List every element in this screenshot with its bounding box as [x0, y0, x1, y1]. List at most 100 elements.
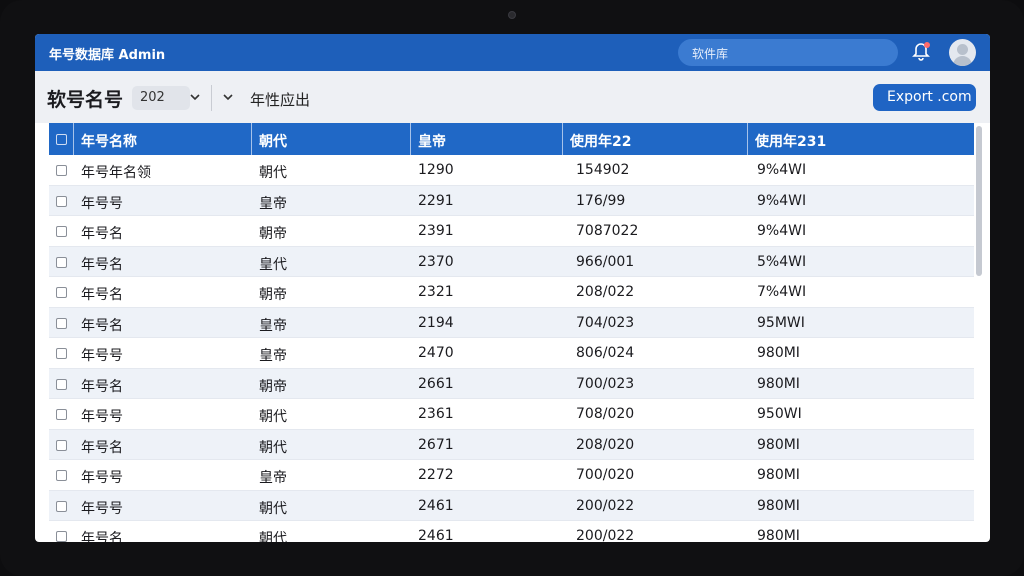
cell-emperor: 2321	[418, 284, 454, 300]
row-checkbox[interactable]	[56, 500, 67, 512]
row-checkbox[interactable]	[56, 226, 67, 237]
column-divider	[747, 123, 748, 155]
table-row[interactable]: 年号名 朝帝 2391 7087022 9%4WI	[49, 216, 974, 247]
notification-badge	[924, 42, 930, 48]
select-all-checkbox[interactable]	[56, 134, 67, 145]
cell-emperor: 2194	[418, 314, 454, 331]
row-checkbox[interactable]	[56, 409, 67, 420]
table-row[interactable]: 年号名 朝代 2461 200/022 980MI	[49, 521, 974, 542]
cell-used: 806/024	[576, 345, 635, 361]
cell-emperor: 2461	[418, 497, 454, 514]
row-checkbox[interactable]	[56, 378, 67, 390]
avatar-body-icon	[953, 56, 972, 66]
filter-label[interactable]: 年性应出	[250, 89, 310, 110]
cell-name: 年号号	[81, 470, 123, 486]
cell-used2: 5%4WI	[757, 253, 807, 270]
row-checkbox[interactable]	[56, 287, 67, 298]
avatar-head-icon	[957, 44, 968, 55]
row-checkbox[interactable]	[56, 470, 67, 481]
cell-emperor: 2661	[418, 375, 454, 392]
table-row[interactable]: 年号年名领 朝代 1290 154902 9%4WI	[49, 155, 974, 186]
row-checkbox[interactable]	[56, 165, 67, 176]
header-used[interactable]: 使用年22	[570, 123, 631, 155]
cell-used: 154902	[576, 162, 630, 178]
table-row[interactable]: 年号名 皇代 2370 966/001 5%4WI	[49, 246, 974, 277]
cell-name: 年号名	[81, 287, 123, 303]
column-divider	[410, 123, 411, 155]
cell-emperor: 2391	[418, 223, 454, 239]
cell-name: 年号号	[81, 409, 123, 425]
cell-used2: 980MI	[757, 528, 800, 542]
table-row[interactable]: 年号名 朝帝 2321 208/022 7%4WI	[49, 277, 974, 308]
cell-name: 年号号	[81, 500, 123, 517]
camera-icon	[508, 11, 516, 19]
row-checkbox[interactable]	[56, 317, 67, 329]
header-name[interactable]: 年号名称	[81, 123, 137, 155]
row-checkbox[interactable]	[56, 439, 67, 451]
cell-name: 年号名	[81, 256, 123, 273]
cell-used2: 980MI	[757, 375, 800, 392]
year-selector[interactable]: 202	[132, 86, 190, 110]
row-checkbox[interactable]	[56, 348, 67, 359]
table-row[interactable]: 年号号 朝代 2361 708/020 950WI	[49, 399, 974, 430]
table-row[interactable]: 年号号 皇帝 2272 700/020 980MI	[49, 460, 974, 491]
cell-used2: 980MI	[757, 345, 800, 361]
cell-used2: 980MI	[757, 497, 800, 514]
table-header: 年号名称 朝代 皇帝 使用年22 使用年231	[49, 123, 974, 155]
notification-icon[interactable]	[911, 42, 931, 62]
export-button[interactable]: Export .com	[873, 84, 976, 111]
cell-used2: 9%4WI	[757, 162, 807, 178]
cell-dynasty: 朝帝	[259, 226, 287, 242]
toolbar-divider	[211, 85, 212, 111]
table-row[interactable]: 年号号 朝代 2461 200/022 980MI	[49, 490, 974, 521]
chevron-down-icon[interactable]	[188, 90, 202, 104]
cell-used: 208/022	[576, 284, 635, 300]
cell-used2: 95MWI	[757, 314, 805, 331]
cell-used: 200/022	[576, 497, 635, 514]
row-checkbox[interactable]	[56, 531, 67, 542]
toolbar: 软号名号 202 年性应出 Export .com	[35, 71, 990, 123]
cell-used: 200/022	[576, 528, 635, 542]
cell-used: 704/023	[576, 314, 635, 331]
cell-dynasty: 朝代	[259, 439, 287, 456]
cell-used2: 950WI	[757, 406, 802, 422]
search-input[interactable]: 软件库	[678, 39, 898, 66]
cell-dynasty: 朝代	[259, 531, 287, 542]
data-table: 年号名称 朝代 皇帝 使用年22 使用年231 年号年名领 朝代 1290 15490…	[49, 123, 974, 542]
cell-name: 年号名	[81, 317, 123, 334]
cell-used2: 7%4WI	[757, 284, 807, 300]
table-row[interactable]: 年号名 朝帝 2661 700/023 980MI	[49, 368, 974, 399]
cell-dynasty: 皇代	[259, 256, 287, 273]
cell-emperor: 2361	[418, 406, 454, 422]
cell-name: 年号年名领	[81, 165, 151, 181]
cell-used: 708/020	[576, 406, 635, 422]
column-divider	[251, 123, 252, 155]
cell-emperor: 2370	[418, 253, 454, 270]
table-row[interactable]: 年号号 皇帝 2291 176/99 9%4WI	[49, 185, 974, 216]
cell-dynasty: 朝帝	[259, 287, 287, 303]
row-checkbox[interactable]	[56, 195, 67, 207]
header-dynasty[interactable]: 朝代	[259, 123, 287, 155]
table-row[interactable]: 年号名 朝代 2671 208/020 980MI	[49, 429, 974, 460]
table-row[interactable]: 年号号 皇帝 2470 806/024 980MI	[49, 338, 974, 369]
app-title: 年号数据库 Admin	[49, 48, 166, 63]
cell-emperor: 2272	[418, 467, 454, 483]
filter-chevron-icon[interactable]	[221, 90, 235, 104]
cell-used: 700/020	[576, 467, 635, 483]
cell-used: 208/020	[576, 436, 635, 453]
cell-dynasty: 朝代	[259, 500, 287, 517]
column-divider	[73, 123, 74, 155]
cell-name: 年号名	[81, 378, 123, 395]
cell-emperor: 1290	[418, 162, 454, 178]
column-divider	[562, 123, 563, 155]
header-emperor[interactable]: 皇帝	[418, 123, 446, 155]
vertical-scrollbar[interactable]	[976, 126, 982, 276]
cell-name: 年号号	[81, 195, 123, 212]
cell-dynasty: 皇帝	[259, 317, 287, 334]
avatar[interactable]	[949, 39, 976, 66]
header-used2[interactable]: 使用年231	[755, 123, 826, 155]
table-row[interactable]: 年号名 皇帝 2194 704/023 95MWI	[49, 307, 974, 338]
cell-name: 年号名	[81, 439, 123, 456]
row-checkbox[interactable]	[56, 256, 67, 268]
page-title: 软号名号	[47, 89, 124, 111]
